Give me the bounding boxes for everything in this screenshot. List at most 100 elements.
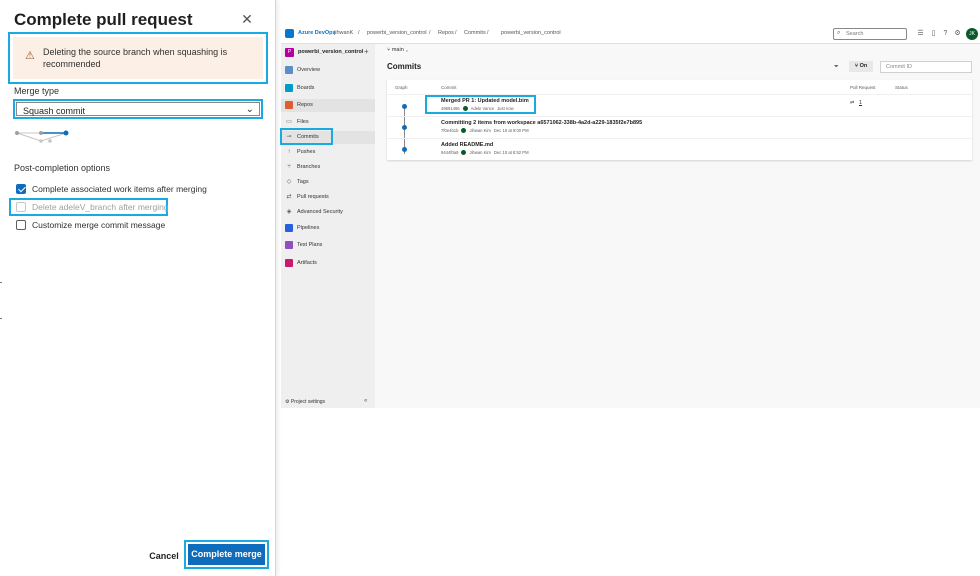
commits-table: Graph Commit Pull Request Status Merged … [387, 80, 972, 160]
artifacts-icon [285, 259, 293, 267]
warning-icon: ⚠ [25, 50, 35, 62]
breadcrumb-repos[interactable]: Repos [438, 30, 454, 36]
graph-icon: ⑂ [854, 63, 859, 69]
breadcrumb-sep: / [487, 30, 489, 36]
breadcrumb-sep: / [429, 30, 431, 36]
help-icon[interactable]: ? [941, 29, 950, 38]
table-row[interactable]: Merged PR 1: Updated model.bim 49691466 … [387, 94, 972, 116]
breadcrumb-repo[interactable]: powerbi_version_control [501, 30, 561, 36]
column-header: Graph [395, 85, 408, 90]
graph-toggle-label: On [859, 63, 868, 69]
sidebar-item-label: Test Plans [297, 242, 323, 248]
option-complete-work-items[interactable]: Complete associated work items after mer… [16, 183, 207, 195]
search-input[interactable]: ⌕ Search [833, 28, 907, 40]
user-settings-icon[interactable]: ⚙ [953, 29, 962, 38]
commit-author: Jihwan Kim [469, 128, 491, 133]
project-header[interactable]: P powerbi_version_control + [284, 47, 374, 59]
sidebar-item-repos[interactable]: Repos [281, 99, 375, 112]
sidebar-item-label: Repos [297, 102, 313, 108]
merge-type-label: Merge type [14, 86, 60, 96]
sidebar-item-pipelines[interactable]: Pipelines [281, 222, 375, 235]
sidebar-item-pull-requests[interactable]: ⇄ Pull requests [281, 191, 375, 204]
sidebar-item-label: Pipelines [297, 225, 320, 231]
close-icon[interactable]: ✕ [240, 12, 254, 26]
commit-time: Dec 10 at 8:52 PM [493, 150, 529, 155]
breadcrumb-project[interactable]: powerbi_version_control [367, 30, 427, 36]
checkbox-disabled [16, 202, 26, 212]
commit-hash[interactable]: 49691466 [441, 106, 460, 111]
collapse-sidebar-icon[interactable]: « [364, 398, 367, 404]
breadcrumb-commits[interactable]: Commits [464, 30, 486, 36]
sidebar-item-artifacts[interactable]: Artifacts [281, 257, 375, 270]
pull-request-icon: ⇄ [850, 100, 855, 106]
shield-icon: ◈ [286, 209, 292, 215]
azure-devops-logo-icon[interactable] [285, 29, 294, 38]
add-icon[interactable]: + [364, 47, 369, 56]
breadcrumb-org[interactable]: jihwanK [334, 30, 353, 36]
branch-icon: ⑂ [287, 164, 291, 170]
sidebar-item-pushes[interactable]: ↑ Pushes [281, 146, 375, 159]
commit-hash[interactable]: 7f0e4b1b [441, 128, 458, 133]
table-row[interactable]: Added README.md 9444f0a9 Jihwan Kim Dec … [387, 138, 972, 160]
breadcrumb-sep: / [455, 30, 457, 36]
sidebar-item-tags[interactable]: ◇ Tags [281, 176, 375, 189]
checkbox-checked[interactable] [16, 184, 26, 194]
sidebar-item-label: Pull requests [297, 194, 329, 200]
option-label: Customize merge commit message [32, 220, 166, 230]
table-row[interactable]: Committing 2 items from workspace a65710… [387, 116, 972, 138]
sidebar-item-boards[interactable]: Boards [281, 82, 375, 95]
option-delete-branch: Delete adeleV_branch after merging [16, 201, 169, 213]
sidebar-item-branches[interactable]: ⑂ Branches [281, 161, 375, 174]
option-customize-message[interactable]: Customize merge commit message [16, 219, 165, 231]
branch-picker[interactable]: ⑂ main ⌄ [387, 47, 409, 53]
bag-icon[interactable]: ▯ [929, 29, 938, 38]
sidebar-item-label: Files [297, 119, 309, 125]
warning-text: Deleting the source branch when squashin… [43, 47, 228, 69]
complete-merge-button[interactable]: Complete merge [188, 544, 265, 565]
sidebar-item-label: Pushes [297, 149, 316, 155]
project-settings-label: Project settings [290, 399, 326, 405]
filter-icon[interactable]: ⏷ [834, 64, 839, 71]
repos-icon [285, 101, 293, 109]
sidebar-item-overview[interactable]: Overview [281, 64, 375, 77]
search-icon: ⌕ [837, 30, 841, 36]
commit-id-input[interactable]: Commit ID [880, 61, 972, 73]
sidebar-item-label: Tags [297, 179, 309, 185]
merge-type-select[interactable]: Squash commit ⌄ [16, 102, 260, 116]
project-settings-link[interactable]: ⚙ Project settings [285, 399, 325, 405]
commit-hash[interactable]: 9444f0a9 [441, 150, 458, 155]
background-edge [0, 282, 2, 283]
push-icon: ↑ [287, 149, 291, 155]
commit-title[interactable]: Merged PR 1: Updated model.bim [441, 98, 529, 104]
author-avatar [462, 106, 468, 111]
search-placeholder: Search [846, 31, 864, 37]
column-header: Status [895, 85, 908, 90]
file-icon: ▭ [286, 119, 292, 125]
column-header: Pull Request [850, 85, 876, 90]
chevron-down-icon: ⌄ [405, 47, 409, 53]
complete-merge-highlight: Complete merge [184, 540, 269, 569]
sidebar: P powerbi_version_control + Overview Boa… [280, 44, 375, 408]
commit-author: Adele Vance [470, 106, 495, 111]
avatar[interactable]: JK [966, 28, 978, 40]
merge-type-value: Squash commit [23, 106, 86, 116]
sidebar-item-advanced-security[interactable]: ◈ Advanced Security [281, 206, 375, 219]
commit-title[interactable]: Committing 2 items from workspace a65710… [441, 120, 642, 126]
commit-meta: 9444f0a9 Jihwan Kim Dec 10 at 8:52 PM [441, 150, 529, 155]
sidebar-item-test-plans[interactable]: Test Plans [281, 239, 375, 252]
list-icon[interactable]: ☰ [916, 29, 925, 38]
commit-title[interactable]: Added README.md [441, 142, 493, 148]
graph-toggle-button[interactable]: ⑂ On [849, 61, 873, 72]
page-title: Commits [387, 62, 422, 71]
checkbox-unchecked[interactable] [16, 220, 26, 230]
brand-link[interactable]: Azure DevOps [298, 30, 336, 36]
gear-icon: ⚙ [285, 399, 290, 405]
pull-request-link[interactable]: 1 [859, 100, 862, 106]
warning-banner: ⚠ Deleting the source branch when squash… [13, 37, 263, 79]
squash-graph-icon [15, 130, 69, 143]
branch-name: main [391, 47, 404, 53]
chevron-down-icon: ⌄ [245, 104, 254, 115]
azure-devops-window: Azure DevOps jihwanK / powerbi_version_c… [280, 25, 980, 408]
commits-page: ⑂ main ⌄ Commits ⏷ ⑂ On Commit ID Graph … [375, 44, 980, 408]
cancel-button[interactable]: Cancel [144, 548, 184, 564]
